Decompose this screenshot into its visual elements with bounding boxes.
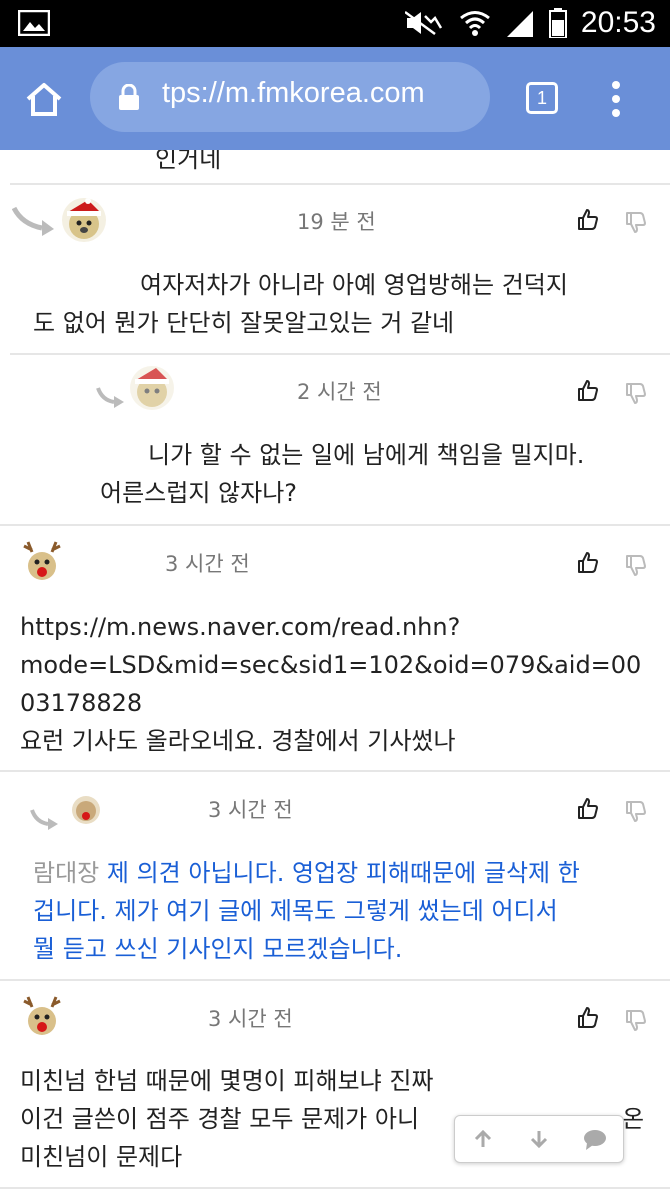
url-text[interactable]: tps://m.fmkorea.com [162, 77, 482, 110]
comment-text: 어른스럽지 않자나? [100, 479, 298, 507]
floating-nav-bar [454, 1115, 624, 1163]
divider [0, 524, 670, 526]
browser-toolbar: tps://m.fmkorea.com 1 [0, 47, 670, 150]
lock-icon [119, 84, 139, 110]
thumbs-down-icon[interactable] [624, 381, 648, 405]
comment-text: 여자저차가 아니라 아예 영업방해는 건덕지 [140, 271, 568, 299]
divider [10, 183, 670, 185]
divider [0, 979, 670, 981]
signal-icon [506, 11, 533, 37]
image-icon [18, 10, 50, 36]
thumbs-up-icon[interactable] [576, 1006, 600, 1030]
comment-text: 뭘 듣고 쓰신 기사인지 모르겠습니다. [33, 935, 403, 963]
overflow-menu-icon[interactable] [606, 79, 626, 119]
reply-arrow-icon [30, 809, 58, 830]
comment-time: 19 분 전 [297, 210, 376, 234]
thumbs-up-icon[interactable] [576, 551, 600, 575]
comment-bubble-icon[interactable] [583, 1127, 607, 1151]
thumbs-up-icon[interactable] [576, 797, 600, 821]
wifi-icon [459, 11, 490, 36]
comment-text-tail: 온 [622, 1105, 645, 1133]
comment-text: 미친넘 한넘 때문에 몇명이 피해보냐 진짜 [20, 1067, 434, 1095]
arrow-up-icon[interactable] [471, 1127, 495, 1151]
comment-time: 3 시간 전 [208, 798, 293, 822]
comment-list: 인거네 19 분 전 여자저차가 아니라 아예 영업방해는 건덕지 도 없어 뭔… [0, 150, 670, 1191]
comment-time: 3 시간 전 [208, 1007, 293, 1031]
status-bar: 20:53 [0, 0, 670, 47]
comment-link[interactable]: 03178828 [20, 684, 142, 722]
comment-time: 2 시간 전 [297, 380, 382, 404]
comment-text: 람대장 제 의견 아닙니다. 영업장 피해때문에 글삭제 한 [33, 854, 580, 892]
comment-text: 이건 글쓴이 점주 경찰 모두 문제가 아니 [20, 1105, 420, 1133]
avatar[interactable] [72, 796, 100, 824]
thumbs-down-icon[interactable] [624, 553, 648, 577]
battery-icon [548, 8, 567, 38]
divider [10, 353, 670, 355]
tab-switcher-button[interactable]: 1 [526, 82, 558, 114]
comment-text-line: 제 의견 아닙니다. 영업장 피해때문에 글삭제 한 [106, 859, 580, 887]
comment-link[interactable]: https://m.news.naver.com/read.nhn? [20, 608, 460, 646]
mute-icon [404, 10, 442, 36]
thumbs-up-icon[interactable] [576, 208, 600, 232]
comment-text: 도 없어 뭔가 단단히 잘못알고있는 거 같네 [33, 309, 455, 337]
thumbs-down-icon[interactable] [624, 799, 648, 823]
comment-text: 겁니다. 제가 여기 글에 제목도 그렇게 썼는데 어디서 [33, 897, 558, 925]
avatar[interactable] [20, 540, 64, 584]
arrow-down-icon[interactable] [527, 1127, 551, 1151]
comment-text: 니가 할 수 없는 일에 남에게 책임을 밀지마. [148, 441, 585, 469]
reply-arrow-icon [12, 206, 54, 236]
url-bar[interactable]: tps://m.fmkorea.com [90, 62, 490, 132]
home-icon[interactable] [24, 81, 64, 117]
comment-text: 미친넘이 문제다 [20, 1143, 183, 1171]
avatar[interactable] [20, 995, 64, 1039]
comment-time: 3 시간 전 [165, 552, 250, 576]
thumbs-up-icon[interactable] [576, 379, 600, 403]
comment-link[interactable]: mode=LSD&mid=sec&sid1=102&oid=079&aid=00 [20, 646, 641, 684]
divider [0, 770, 670, 772]
reply-arrow-icon [96, 387, 124, 408]
divider [0, 1187, 670, 1189]
avatar[interactable] [62, 198, 106, 242]
thumbs-down-icon[interactable] [624, 210, 648, 234]
comment-text: 요런 기사도 올라오네요. 경찰에서 기사썼나 [20, 727, 456, 755]
comment-text: 인거네 [155, 150, 222, 173]
clock: 20:53 [580, 6, 656, 39]
avatar[interactable] [130, 366, 174, 410]
thumbs-down-icon[interactable] [624, 1008, 648, 1032]
mention-tag[interactable]: 람대장 [33, 859, 99, 887]
